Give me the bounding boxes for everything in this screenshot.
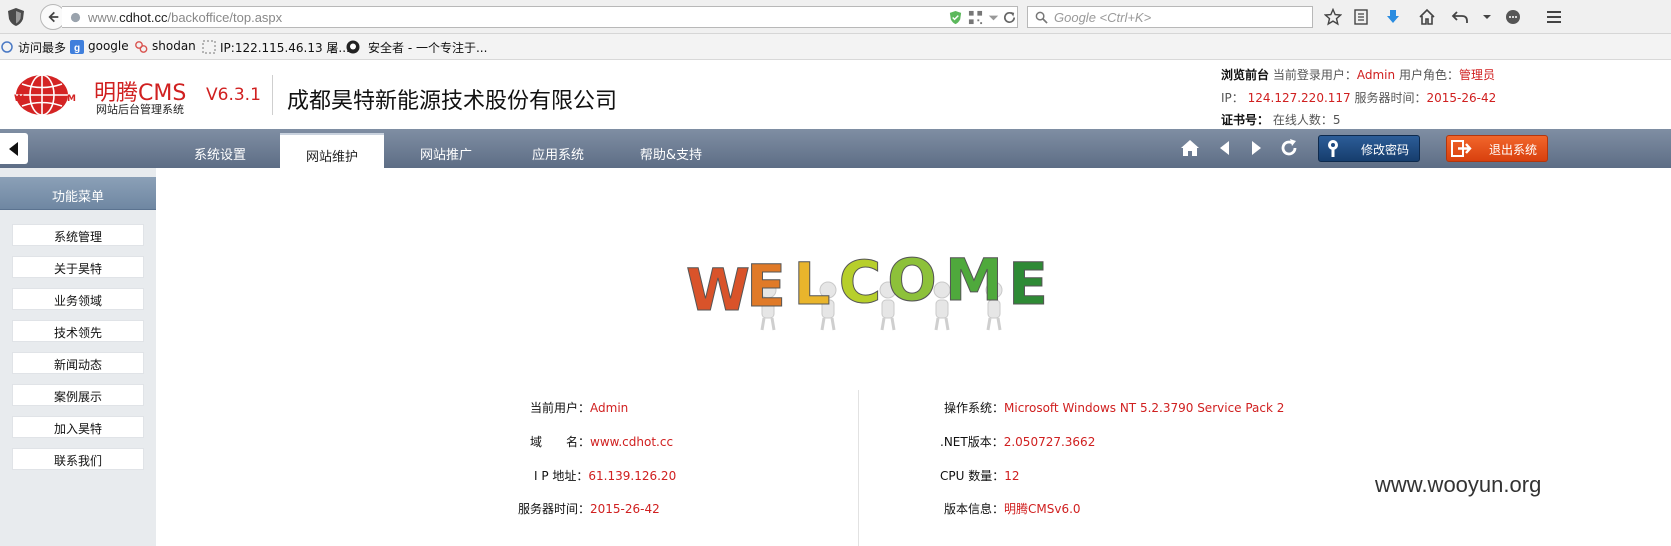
arrow-right-icon[interactable]: [1246, 138, 1266, 158]
search-placeholder: Google <Ctrl+K>: [1054, 10, 1152, 25]
sidebar-item-news[interactable]: 新闻动态: [12, 352, 144, 374]
shodan-icon: [135, 41, 148, 53]
star-icon[interactable]: [1324, 8, 1342, 26]
tab-system-settings[interactable]: 系统设置: [166, 133, 274, 168]
welcome-letter: E: [1008, 250, 1048, 318]
logout-button[interactable]: 退出系统: [1446, 135, 1548, 162]
online-count: 5: [1332, 113, 1341, 127]
key-icon: [1328, 140, 1338, 157]
tab-site-promotion[interactable]: 网站推广: [392, 133, 500, 168]
info-divider: [858, 390, 859, 546]
info-version: 版本信息：明腾CMSv6.0: [944, 502, 1081, 516]
shield-icon[interactable]: [6, 7, 26, 27]
cert-info-line: 证书号： 在线人数：5: [1221, 113, 1341, 127]
chat-icon[interactable]: [1504, 8, 1522, 26]
github-icon: [346, 40, 360, 54]
brand-subtitle: 网站后台管理系统: [96, 103, 184, 116]
download-icon[interactable]: [1384, 8, 1402, 26]
user-role: 管理员: [1458, 68, 1495, 82]
sidebar-item-cases[interactable]: 案例展示: [12, 384, 144, 406]
info-ip-address: I P 地址：61.139.126.20: [534, 469, 677, 483]
welcome-letter: C: [839, 248, 882, 316]
sidebar-item-system-management[interactable]: 系统管理: [12, 224, 144, 246]
welcome-letter: E: [746, 252, 786, 320]
info-dotnet-version: .NET版本：2.050727.3662: [940, 435, 1096, 449]
sidebar: 功能菜单 系统管理 关于昊特 业务领域 技术领先 新闻动态 案例展示 加入昊特 …: [0, 168, 156, 546]
dropdown-arrow-icon[interactable]: [986, 10, 1001, 25]
bookmark-item[interactable]: shodan: [134, 39, 198, 55]
home-icon[interactable]: [1180, 138, 1200, 158]
undo-icon[interactable]: [1451, 8, 1469, 26]
search-icon: [1035, 11, 1048, 24]
welcome-letter: O: [887, 248, 936, 314]
cms-header: W M 明腾CMS 网站后台管理系统 V6.3.1 成都昊特新能源技术股份有限公…: [0, 61, 1671, 129]
info-current-user: 当前用户：Admin: [530, 401, 629, 415]
change-password-button[interactable]: 修改密码: [1318, 135, 1420, 162]
dashed-page-icon: [202, 40, 216, 54]
tab-help-support[interactable]: 帮助&支持: [616, 133, 726, 168]
svg-text:W: W: [14, 94, 24, 104]
sidebar-item-business[interactable]: 业务领域: [12, 288, 144, 310]
version-label: V6.3.1: [206, 85, 261, 105]
tab-site-maintenance[interactable]: 网站维护: [280, 133, 384, 168]
refresh-icon[interactable]: [1279, 138, 1299, 158]
address-bar[interactable]: www.cdhot.cc/backoffice/top.aspx: [62, 6, 1018, 28]
login-info-line: 浏览前台 当前登录用户：Admin 用户角色：管理员: [1221, 68, 1495, 82]
logout-icon: [1451, 140, 1472, 157]
info-domain: 域 名：www.cdhot.cc: [530, 435, 674, 449]
chevron-down-icon[interactable]: [1478, 8, 1496, 26]
menu-icon[interactable]: [1545, 8, 1563, 26]
info-os: 操作系统：Microsoft Windows NT 5.2.3790 Servi…: [944, 401, 1285, 415]
main-nav: 系统设置 网站维护 网站推广 应用系统 帮助&支持: [0, 129, 1671, 168]
welcome-letter: W: [686, 256, 750, 324]
browser-toolbar: www.cdhot.cc/backoffice/top.aspx Google …: [0, 0, 1671, 34]
current-user: Admin: [1356, 68, 1396, 82]
tab-applications[interactable]: 应用系统: [504, 133, 612, 168]
search-input[interactable]: Google <Ctrl+K>: [1027, 6, 1313, 28]
sidebar-item-technology[interactable]: 技术领先: [12, 320, 144, 342]
bookmark-item[interactable]: g google: [70, 39, 132, 55]
bookmark-star-icon: [1, 41, 13, 53]
reading-list-icon[interactable]: [1352, 8, 1370, 26]
company-name: 成都昊特新能源技术股份有限公司: [287, 89, 618, 114]
header-divider: [272, 75, 273, 115]
sidebar-title: 功能菜单: [0, 177, 156, 210]
welcome-letter: M: [945, 248, 1003, 314]
arrow-left-icon: [48, 11, 59, 23]
welcome-letters: W E L C O M E: [686, 248, 1049, 325]
client-ip: 124.127.220.117: [1247, 91, 1351, 105]
bookmarks-bar: 访问最多 g google shodan IP:122.115.46.13 屠.…: [0, 34, 1671, 60]
bookmark-item[interactable]: 访问最多: [0, 39, 66, 55]
arrow-left-icon[interactable]: [1215, 138, 1235, 158]
google-icon: g: [70, 40, 84, 54]
triangle-left-icon: [9, 142, 18, 156]
security-check-icon[interactable]: [948, 10, 963, 25]
sidebar-item-join[interactable]: 加入昊特: [12, 416, 144, 438]
svg-text:g: g: [74, 43, 80, 54]
svg-text:M: M: [67, 94, 76, 104]
sidebar-item-contact[interactable]: 联系我们: [12, 448, 144, 470]
welcome-banner: W E L C O M E: [686, 248, 1049, 331]
home-icon[interactable]: [1418, 8, 1436, 26]
bookmark-item[interactable]: 安全者 - 一个专注于...: [346, 39, 487, 55]
collapse-sidebar-button[interactable]: [0, 133, 28, 164]
bookmark-item[interactable]: IP:122.115.46.13 屠...: [202, 39, 350, 55]
logo-globe-icon: W M: [14, 74, 76, 116]
server-time: 2015-26-42: [1426, 91, 1497, 105]
info-server-time: 服务器时间：2015-26-42: [518, 502, 660, 516]
reload-icon[interactable]: [1002, 10, 1017, 25]
sidebar-item-about[interactable]: 关于昊特: [12, 256, 144, 278]
qr-code-icon[interactable]: [968, 10, 983, 25]
info-cpu-count: CPU 数量：12: [940, 469, 1020, 483]
globe-icon: [70, 12, 81, 23]
watermark: www.wooyun.org: [1375, 472, 1542, 497]
url-text: www.cdhot.cc/backoffice/top.aspx: [88, 10, 283, 25]
welcome-letter: L: [794, 250, 831, 318]
ip-info-line: IP： 124.127.220.117 服务器时间：2015-26-42: [1221, 91, 1497, 105]
browse-front-link[interactable]: 浏览前台: [1221, 68, 1269, 82]
